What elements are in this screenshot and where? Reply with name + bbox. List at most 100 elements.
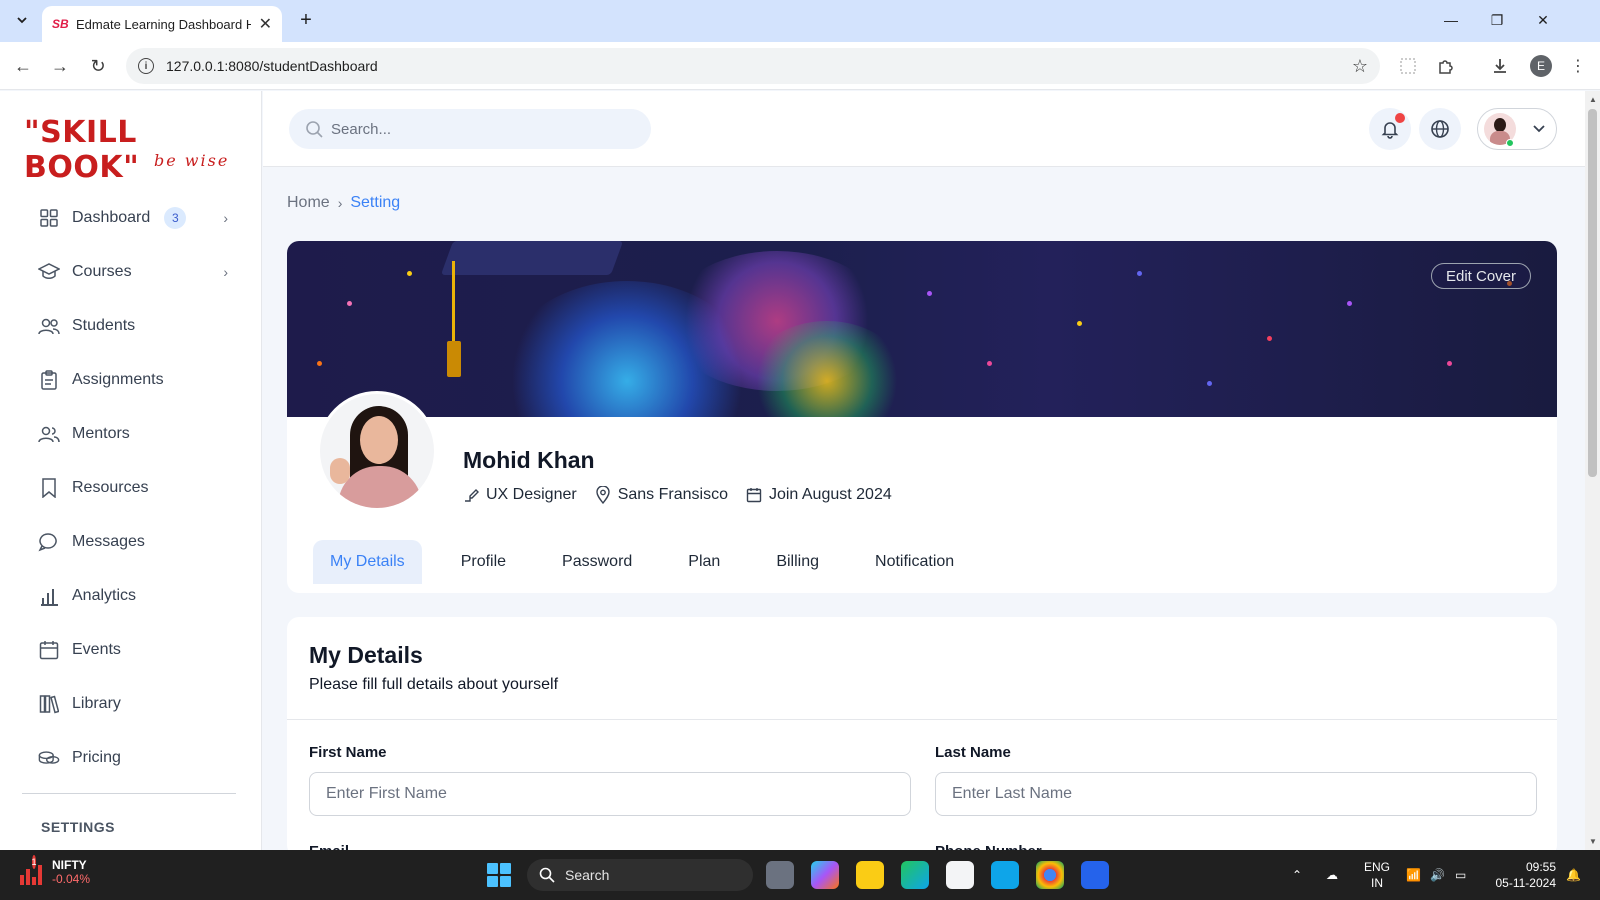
vscode-icon[interactable] (1081, 861, 1109, 889)
sidebar-item-label: Courses (72, 263, 132, 280)
help-app-icon[interactable] (991, 861, 1019, 889)
extensions-puzzle-icon[interactable] (1434, 54, 1458, 78)
task-view-icon[interactable] (766, 861, 794, 889)
bookmark-star-icon[interactable]: ☆ (1352, 56, 1368, 77)
browser-tab-bar: SB Edmate Learning Dashboard HTML ✕ + — … (0, 0, 1600, 42)
notification-button[interactable] (1369, 108, 1411, 150)
tab-my-details[interactable]: My Details (313, 540, 422, 584)
sidebar-item-dashboard[interactable]: Dashboard 3 › (24, 191, 244, 245)
profile-role-text: UX Designer (486, 486, 577, 503)
sidebar-item-mentors[interactable]: Mentors (24, 407, 244, 461)
site-info-icon[interactable]: i (138, 58, 154, 74)
back-icon[interactable]: ← (9, 52, 37, 80)
sidebar-item-messages[interactable]: Messages (24, 515, 244, 569)
profile-location: Sans Fransisco (595, 486, 728, 504)
sidebar-item-label: Mentors (72, 425, 130, 442)
minimize-icon[interactable]: — (1436, 6, 1466, 34)
battery-icon[interactable]: ▭ (1455, 850, 1466, 900)
language-indicator[interactable]: ENG IN (1362, 859, 1392, 891)
sidebar-item-assignments[interactable]: Assignments (24, 353, 244, 407)
browser-profile-avatar[interactable]: E (1530, 55, 1552, 77)
coins-icon (38, 747, 60, 769)
details-subtitle: Please fill full details about yourself (309, 676, 559, 693)
graduation-cap-graphic (440, 241, 624, 275)
sidebar-item-pricing[interactable]: Pricing (24, 731, 244, 785)
user-menu-button[interactable] (1477, 108, 1557, 150)
scrollbar-thumb[interactable] (1588, 109, 1597, 477)
microsoft-store-icon[interactable] (946, 861, 974, 889)
clipboard-icon (38, 369, 60, 391)
sidebar-item-events[interactable]: Events (24, 623, 244, 677)
reload-icon[interactable]: ↻ (84, 52, 112, 80)
scroll-down-icon[interactable]: ▼ (1589, 837, 1597, 846)
address-bar[interactable]: i 127.0.0.1:8080/studentDashboard ☆ (126, 48, 1380, 84)
stock-alert-badge: 1 (31, 855, 37, 869)
browser-toolbar: ← → ↻ i 127.0.0.1:8080/studentDashboard … (0, 42, 1600, 90)
tab-plan[interactable]: Plan (671, 540, 737, 584)
restore-icon[interactable]: ❐ (1482, 6, 1512, 34)
edge-browser-icon[interactable] (901, 861, 929, 889)
tab-title: Edmate Learning Dashboard HTML (76, 16, 251, 32)
sidebar-item-label: Students (72, 317, 136, 334)
breadcrumb-home[interactable]: Home (287, 194, 330, 212)
chevron-right-icon: › (223, 264, 228, 280)
taskbar-search[interactable]: Search (527, 859, 753, 891)
brush-icon (465, 489, 479, 502)
search-icon (539, 867, 555, 883)
language-code: ENG (1363, 860, 1390, 874)
taskbar-search-label: Search (565, 867, 610, 883)
language-button[interactable] (1419, 108, 1461, 150)
tray-overflow-icon[interactable]: ⌃ (1292, 850, 1302, 900)
scroll-up-icon[interactable]: ▲ (1589, 95, 1597, 104)
tab-billing[interactable]: Billing (759, 540, 836, 584)
map-pin-icon (596, 486, 610, 504)
calendar-icon (746, 488, 762, 503)
close-window-icon[interactable]: ✕ (1528, 6, 1558, 34)
wifi-icon[interactable]: 📶 (1406, 850, 1421, 900)
search-icon (306, 121, 323, 138)
browser-tab-active[interactable]: SB Edmate Learning Dashboard HTML ✕ (42, 6, 282, 42)
bookmark-icon (38, 477, 60, 499)
sidebar-item-courses[interactable]: Courses › (24, 245, 244, 299)
volume-icon[interactable]: 🔊 (1430, 850, 1445, 900)
download-icon[interactable] (1488, 54, 1512, 78)
onedrive-icon[interactable]: ☁ (1326, 850, 1338, 900)
sidebar-item-analytics[interactable]: Analytics (24, 569, 244, 623)
search-input[interactable] (331, 120, 631, 138)
close-tab-icon[interactable]: ✕ (259, 14, 272, 34)
tab-search-button[interactable] (10, 8, 34, 32)
sidebar-item-resources[interactable]: Resources (24, 461, 244, 515)
tab-password[interactable]: Password (545, 540, 649, 584)
grid-icon (38, 207, 60, 229)
forward-icon[interactable]: → (46, 52, 74, 80)
file-explorer-icon[interactable] (856, 861, 884, 889)
profile-avatar[interactable] (317, 391, 437, 511)
windows-start-icon[interactable] (487, 863, 511, 887)
extension-icon[interactable] (1396, 54, 1420, 78)
books-icon (38, 693, 60, 715)
logo[interactable]: "SKILL BOOK" be wise (24, 115, 261, 185)
edit-cover-button[interactable]: Edit Cover (1430, 263, 1531, 289)
page-scrollbar[interactable]: ▲ ▼ (1585, 91, 1600, 850)
stock-change: -0.04% (52, 872, 91, 886)
first-name-input[interactable] (309, 772, 911, 816)
notifications-bell-icon[interactable]: 🔔 (1566, 850, 1581, 900)
search-box[interactable] (289, 109, 651, 149)
last-name-input[interactable] (935, 772, 1537, 816)
browser-menu-icon[interactable]: ⋮ (1566, 54, 1590, 78)
sidebar-item-library[interactable]: Library (24, 677, 244, 731)
new-tab-button[interactable]: + (294, 8, 318, 32)
sidebar-item-label: Library (72, 695, 121, 712)
tab-notification[interactable]: Notification (858, 540, 971, 584)
chrome-icon[interactable] (1036, 861, 1064, 889)
clock-date: 05-11-2024 (1495, 876, 1557, 890)
top-header (263, 91, 1585, 167)
tab-profile[interactable]: Profile (444, 540, 523, 584)
notification-dot (1395, 113, 1405, 123)
stock-widget[interactable]: 1 NIFTY -0.04% (18, 855, 91, 886)
copilot-icon[interactable] (811, 861, 839, 889)
system-clock[interactable]: 09:55 05-11-2024 (1488, 859, 1557, 891)
settings-section-label: SETTINGS (41, 819, 116, 835)
details-card: My Details Please fill full details abou… (287, 617, 1557, 860)
sidebar-item-students[interactable]: Students (24, 299, 244, 353)
